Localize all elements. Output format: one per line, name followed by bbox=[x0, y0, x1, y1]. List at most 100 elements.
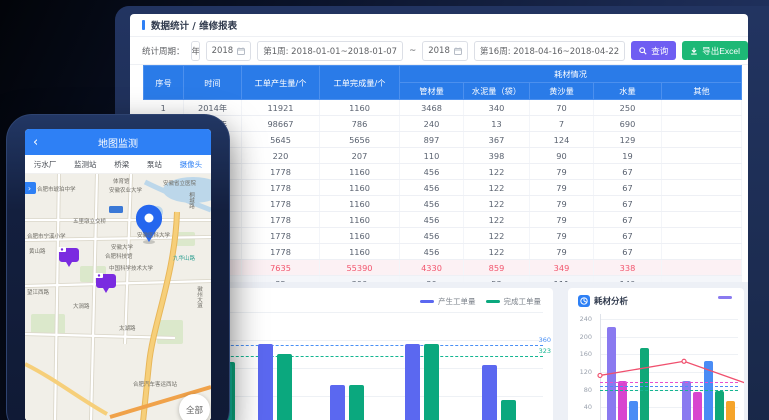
map-place-label: 合肥汽车客运西站 bbox=[133, 380, 177, 388]
consumable-bar bbox=[693, 392, 702, 420]
col-header: 工单完成量/个 bbox=[320, 66, 400, 100]
consumable-bar bbox=[629, 401, 638, 420]
map-place-label: 安徽大学 bbox=[111, 243, 133, 251]
map-place-label: 合肥科技馆 bbox=[105, 252, 133, 260]
phone-tab-3[interactable]: 泵站 bbox=[147, 159, 162, 170]
consumable-bar bbox=[640, 348, 649, 420]
map-place-label: 体育馆 bbox=[113, 177, 130, 185]
col-header: 序号 bbox=[144, 66, 184, 100]
table-row: 52018年177811604561227967 bbox=[144, 164, 742, 180]
phone-tab-1[interactable]: 监测站 bbox=[74, 159, 97, 170]
download-icon bbox=[690, 47, 698, 55]
range-separator: ~ bbox=[409, 46, 416, 56]
work-order-bar bbox=[482, 365, 497, 420]
breadcrumb: 数据统计 / 维修报表 bbox=[130, 14, 748, 37]
week-end-input[interactable]: 第16周: 2018-04-16~2018-04-22 bbox=[474, 41, 625, 61]
calendar-icon bbox=[237, 47, 245, 55]
gridline bbox=[600, 354, 738, 355]
work-order-bar bbox=[405, 344, 420, 420]
table-row: 42017年2202071103989019 bbox=[144, 148, 742, 164]
reference-line bbox=[600, 386, 738, 387]
gridline bbox=[600, 319, 738, 320]
sub-col-header: 黄沙量 bbox=[530, 83, 594, 100]
expand-panel-button[interactable]: › bbox=[25, 182, 36, 194]
table-row: 72020年177811604561227967 bbox=[144, 196, 742, 212]
map-place-label: 桐城路 bbox=[187, 192, 195, 209]
calendar-icon bbox=[454, 47, 462, 55]
map-place-label: 五里墩立交桥 bbox=[73, 217, 106, 225]
gridline bbox=[600, 372, 738, 373]
y-axis-tick: 40 bbox=[572, 403, 592, 411]
map-place-label: 九华山路 bbox=[173, 254, 195, 262]
y-axis-tick: 80 bbox=[572, 386, 592, 394]
reference-line-label: 360 bbox=[539, 336, 551, 344]
phone-tab-2[interactable]: 桥梁 bbox=[114, 159, 129, 170]
map-place-label: 安徽农业大学 bbox=[109, 186, 142, 194]
consumable-plot: 240 200 160 120 80 40 bbox=[568, 288, 744, 420]
y-axis-tick: 240 bbox=[572, 315, 592, 323]
road-badge bbox=[109, 206, 123, 213]
map-canvas bbox=[25, 174, 211, 420]
work-order-bar bbox=[277, 354, 292, 420]
year-end-select[interactable]: 2018 bbox=[422, 41, 468, 61]
work-order-bar bbox=[330, 385, 345, 420]
work-order-bar bbox=[501, 400, 516, 420]
report-table: 序号时间工单产生量/个工单完成量/个耗材情况管材量水泥量（袋）黄沙量水量其他12… bbox=[143, 65, 742, 292]
query-label: 查询 bbox=[651, 45, 668, 57]
week-end-value: 第16周: 2018-04-16~2018-04-22 bbox=[480, 45, 619, 57]
year-start-value: 2018 bbox=[212, 46, 234, 56]
y-axis-tick: 200 bbox=[572, 333, 592, 341]
map-place-label: 黄山路 bbox=[29, 247, 46, 255]
map-place-label: 望江西路 bbox=[27, 288, 49, 296]
phone-screen: ‹ 地图监测 污水厂监测站桥梁泵站摄像头 bbox=[25, 129, 211, 420]
year-start-select[interactable]: 2018 bbox=[206, 41, 252, 61]
sub-col-header: 水泥量（袋） bbox=[464, 83, 530, 100]
page: 数据统计 / 维修报表 统计周期： 年季月周日 2018 第1周: 2018-0… bbox=[0, 0, 769, 420]
back-icon[interactable]: ‹ bbox=[33, 136, 38, 149]
week-start-input[interactable]: 第1周: 2018-01-01~2018-01-07 bbox=[257, 41, 403, 61]
table-row: 82021年177811604561227967 bbox=[144, 212, 742, 228]
breadcrumb-accent-bar bbox=[142, 20, 145, 30]
col-header: 工单产生量/个 bbox=[242, 66, 320, 100]
work-order-bar bbox=[349, 385, 364, 420]
group-header: 耗材情况 bbox=[400, 66, 742, 83]
y-axis-tick: 160 bbox=[572, 350, 592, 358]
work-order-bar bbox=[258, 344, 273, 420]
search-icon bbox=[639, 47, 647, 55]
phone-tab-bar: 污水厂 监测站 桥梁 泵站 摄像头 bbox=[25, 155, 211, 174]
map-place-label: 中国科学技术大学 bbox=[109, 264, 153, 272]
total-row: 合计7635553904330859349338 bbox=[144, 260, 742, 276]
year-end-value: 2018 bbox=[428, 46, 450, 56]
map-place-label: 合肥市琥珀中学 bbox=[37, 185, 76, 193]
map-place-label: 安徽医科大学 bbox=[137, 231, 170, 239]
map-view[interactable]: 合肥市琥珀中学 体育馆安徽农业大学 安徽省立医院桐城路五里墩立交桥安徽医科大学 合肥市… bbox=[25, 174, 211, 420]
period-label: 统计周期： bbox=[142, 45, 185, 57]
table-row: 102023年177811604561227967 bbox=[144, 244, 742, 260]
phone-tab-0[interactable]: 污水厂 bbox=[34, 159, 57, 170]
map-place-label: 安徽省立医院 bbox=[163, 179, 196, 187]
y-axis-line bbox=[600, 314, 601, 420]
work-order-bar bbox=[424, 344, 439, 420]
line-marker bbox=[682, 359, 686, 363]
map-place-label: 合肥市宁溪小学 bbox=[27, 232, 66, 240]
phone-tab-4[interactable]: 摄像头 bbox=[180, 159, 203, 170]
export-label: 导出Excel bbox=[702, 45, 740, 57]
period-option-年[interactable]: 年 bbox=[192, 42, 200, 60]
y-axis-tick: 120 bbox=[572, 368, 592, 376]
period-segmented-control[interactable]: 年季月周日 bbox=[191, 41, 200, 61]
phone-mockup: ‹ 地图监测 污水厂监测站桥梁泵站摄像头 bbox=[6, 114, 230, 420]
table-row: 32016年56455656897367124129 bbox=[144, 132, 742, 148]
export-excel-button[interactable]: 导出Excel bbox=[682, 41, 748, 60]
table-row: 12014年119211160346834070250 bbox=[144, 100, 742, 116]
consumable-bar bbox=[607, 327, 616, 420]
all-filter-button[interactable]: 全部 bbox=[179, 394, 210, 420]
map-place-label: 徽州大道 bbox=[195, 286, 203, 308]
table-row: 62019年177811604561227967 bbox=[144, 180, 742, 196]
filter-bar: 统计周期： 年季月周日 2018 第1周: 2018-01-01~2018-01… bbox=[130, 37, 748, 65]
sub-col-header: 其他 bbox=[662, 83, 742, 100]
table-row: 22015年98667786240137690 bbox=[144, 116, 742, 132]
sub-col-header: 管材量 bbox=[400, 83, 464, 100]
table-row: 92022年177811604561227967 bbox=[144, 228, 742, 244]
reference-line bbox=[600, 390, 738, 391]
query-button[interactable]: 查询 bbox=[631, 41, 676, 60]
